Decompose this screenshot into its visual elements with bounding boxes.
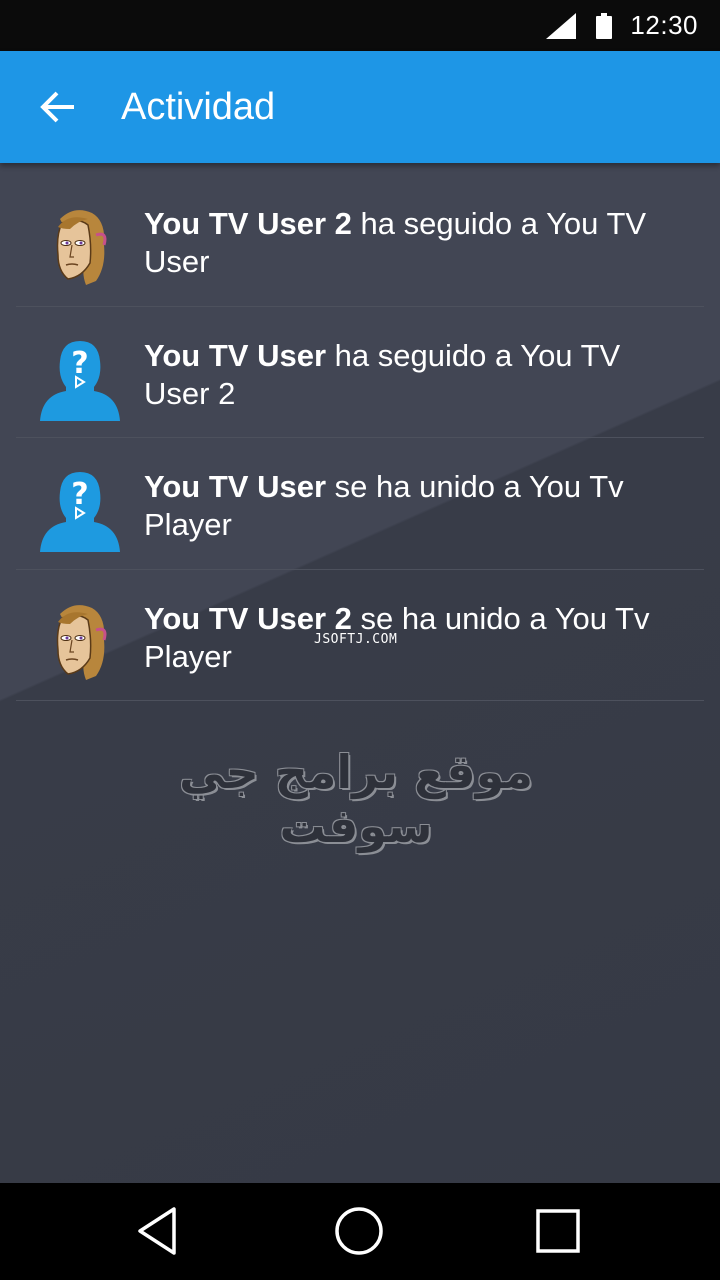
status-time: 12:30 [630, 10, 698, 40]
back-button[interactable] [18, 67, 98, 147]
cartoon-man-avatar-icon [56, 604, 107, 680]
activity-text: You TV User ha seguido a You TV User 2 [144, 337, 689, 413]
activity-item[interactable]: You TV User 2 ha seguido a You TV User [16, 175, 704, 307]
battery-icon [596, 12, 613, 39]
nav-home-icon[interactable] [331, 1203, 387, 1259]
default-user-avatar-icon: ? [40, 472, 120, 552]
activity-content: You TV User 2 ha seguido a You TV User ?… [0, 163, 720, 1183]
status-bar: 12:30 [0, 0, 720, 51]
activity-user: You TV User 2 [144, 206, 352, 241]
signal-icon [546, 12, 577, 39]
activity-list: You TV User 2 ha seguido a You TV User ?… [16, 175, 704, 701]
nav-back-icon[interactable] [132, 1203, 188, 1259]
activity-item[interactable]: ? You TV User se ha unido a You Tv Playe… [16, 438, 704, 570]
cartoon-man-avatar-icon [56, 210, 107, 285]
page-title: Actividad [121, 85, 276, 128]
navigation-bar [0, 1183, 720, 1280]
nav-recent-apps-icon[interactable] [530, 1203, 586, 1259]
activity-text: You TV User 2 se ha unido a You Tv Playe… [144, 600, 689, 676]
activity-text: You TV User se ha unido a You Tv Player [144, 468, 689, 544]
activity-item[interactable]: ? You TV User ha seguido a You TV User 2 [16, 307, 704, 438]
watermark-arabic: موقع برامج جي سوفت [179, 745, 533, 853]
activity-user: You TV User 2 [144, 600, 352, 636]
watermark-site: JSOFTJ.COM [314, 632, 398, 647]
svg-text:?: ? [71, 346, 88, 381]
default-user-avatar-icon: ? [40, 340, 120, 421]
activity-text: You TV User 2 ha seguido a You TV User [144, 205, 689, 281]
arrow-left-icon [40, 91, 74, 123]
activity-user: You TV User [144, 469, 327, 504]
svg-text:?: ? [71, 477, 88, 512]
activity-user: You TV User [144, 337, 327, 373]
app-bar: Actividad [0, 51, 720, 163]
